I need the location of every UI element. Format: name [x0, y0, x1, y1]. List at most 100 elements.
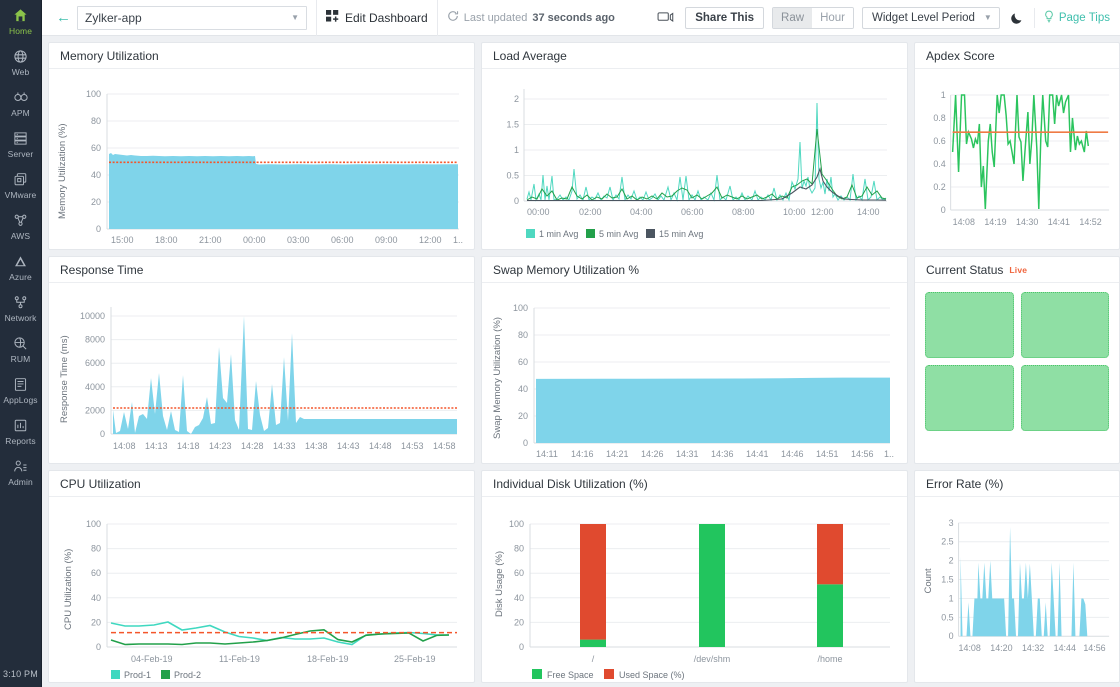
bar-home[interactable] — [817, 524, 843, 647]
svg-text:0: 0 — [519, 642, 524, 652]
widget-body[interactable]: Disk Usage (%) 100 80 60 40 20 0 //dev/s… — [482, 497, 907, 683]
svg-text:14:33: 14:33 — [273, 441, 296, 451]
share-this-button[interactable]: Share This — [685, 7, 764, 29]
svg-text:80: 80 — [518, 330, 528, 340]
page-tips-button[interactable]: Page Tips — [1043, 10, 1110, 26]
svg-text:100: 100 — [86, 89, 101, 99]
status-cell[interactable] — [925, 292, 1014, 358]
segment-raw[interactable]: Raw — [773, 8, 812, 28]
sidebar-item-admin[interactable]: Admin — [0, 451, 42, 492]
legend: Free Space Used Space (%) — [532, 669, 685, 680]
reports-icon — [13, 417, 28, 434]
add-widget-icon — [326, 10, 339, 26]
svg-text:14:48: 14:48 — [369, 441, 392, 451]
apm-icon — [13, 89, 29, 106]
widget-body[interactable]: Swap Memory Utilization (%) 100 80 60 40… — [482, 283, 907, 463]
svg-text:14:18: 14:18 — [177, 441, 200, 451]
svg-text:25-Feb-19: 25-Feb-19 — [394, 654, 436, 664]
admin-icon — [13, 458, 28, 475]
svg-text:14:20: 14:20 — [990, 643, 1012, 653]
sidebar-item-rum[interactable]: RUM — [0, 328, 42, 369]
chevron-down-icon: ▼ — [291, 13, 299, 22]
sidebar-item-vmware[interactable]: VMware — [0, 164, 42, 205]
network-icon — [13, 294, 28, 311]
sidebar-item-home[interactable]: Home — [0, 0, 42, 41]
applogs-icon — [13, 376, 28, 393]
svg-text:0.5: 0.5 — [506, 171, 519, 181]
widget-body[interactable]: Memory Utilization (%) 100 80 60 40 20 0… — [49, 69, 474, 249]
svg-text:09:00: 09:00 — [375, 235, 398, 245]
svg-text:14:13: 14:13 — [145, 441, 168, 451]
refresh-icon[interactable] — [447, 10, 459, 25]
raw-hour-toggle[interactable]: Raw Hour — [772, 7, 854, 29]
svg-text:06:00: 06:00 — [681, 207, 704, 217]
swap-memory-chart: Swap Memory Utilization (%) 100 80 60 40… — [482, 283, 907, 463]
svg-text:40: 40 — [91, 593, 101, 603]
share-screen-icon[interactable] — [657, 11, 674, 24]
svg-text:4000: 4000 — [85, 382, 105, 392]
edit-dashboard-label: Edit Dashboard — [345, 11, 428, 25]
bar-devshm[interactable] — [699, 524, 725, 647]
svg-text:14:30: 14:30 — [1016, 217, 1038, 227]
app-select-dropdown[interactable]: Zylker-app ▼ — [77, 6, 307, 30]
globe-icon — [13, 48, 28, 65]
svg-text:04-Feb-19: 04-Feb-19 — [131, 654, 173, 664]
widget-memory-utilization: Memory Utilization Memory Utilization (%… — [48, 42, 475, 250]
bar-root[interactable] — [580, 524, 606, 647]
svg-text:6000: 6000 — [85, 358, 105, 368]
sidebar-item-reports[interactable]: Reports — [0, 410, 42, 451]
sidebar-item-web[interactable]: Web — [0, 41, 42, 82]
widget-response-time: Response Time Response Time (ms) 10000 8… — [48, 256, 475, 464]
legend: 1 min Avg 5 min Avg 15 min Avg — [526, 229, 703, 239]
sidebar-item-azure[interactable]: Azure — [0, 246, 42, 287]
svg-text:CPU Utilization (%): CPU Utilization (%) — [63, 549, 74, 630]
widget-body[interactable]: 1 0.8 0.6 0.4 0.2 0 14:0814:1914:3014:41… — [915, 69, 1119, 249]
widget-title: Response Time — [60, 263, 143, 277]
gridlines — [107, 524, 457, 622]
widget-header: Error Rate (%) — [915, 471, 1119, 497]
svg-text:Prod-2: Prod-2 — [174, 670, 201, 680]
svg-text:2.5: 2.5 — [941, 537, 953, 547]
sidebar-item-aws[interactable]: AWS — [0, 205, 42, 246]
svg-text:Used Space (%): Used Space (%) — [619, 670, 685, 680]
svg-text:14:36: 14:36 — [711, 449, 734, 459]
widget-body[interactable]: Response Time (ms) 10000 8000 6000 4000 … — [49, 283, 474, 463]
svg-text:14:00: 14:00 — [857, 207, 880, 217]
edit-dashboard-button[interactable]: Edit Dashboard — [326, 10, 428, 26]
sidebar-item-apm[interactable]: APM — [0, 82, 42, 123]
top-toolbar: ← Zylker-app ▼ Edit Dashboard Last updat… — [42, 0, 1120, 36]
sidebar-item-applogs[interactable]: AppLogs — [0, 369, 42, 410]
sidebar-item-label: Web — [12, 67, 30, 77]
status-cell[interactable] — [925, 365, 1014, 431]
svg-text:04:00: 04:00 — [630, 207, 653, 217]
app-select-value: Zylker-app — [85, 11, 142, 25]
sidebar-item-network[interactable]: Network — [0, 287, 42, 328]
widget-level-period-dropdown[interactable]: Widget Level Period ▼ — [862, 7, 1000, 29]
svg-text:14:52: 14:52 — [1079, 217, 1101, 227]
segment-hour[interactable]: Hour — [812, 8, 853, 28]
svg-text:1..: 1.. — [453, 235, 463, 245]
sidebar-item-server[interactable]: Server — [0, 123, 42, 164]
widget-body[interactable]: CPU Utilization (%) 100 80 60 40 20 0 04… — [49, 497, 474, 683]
svg-text:60: 60 — [514, 568, 524, 578]
svg-text:18-Feb-19: 18-Feb-19 — [307, 654, 349, 664]
memory-utilization-chart: Memory Utilization (%) 100 80 60 40 20 0… — [49, 69, 474, 249]
response-time-chart: Response Time (ms) 10000 8000 6000 4000 … — [49, 283, 474, 463]
memory-area-series — [109, 153, 458, 229]
widget-title: Load Average — [493, 49, 567, 63]
back-arrow-icon[interactable]: ← — [50, 10, 77, 25]
svg-text:40: 40 — [514, 593, 524, 603]
status-cell[interactable] — [1021, 292, 1110, 358]
widget-body[interactable]: Count 3 2.5 2 1.5 1 0.5 0 14:0814:2014:3… — [915, 497, 1119, 682]
moon-icon[interactable] — [1010, 11, 1024, 25]
widget-header: Individual Disk Utilization (%) — [482, 471, 907, 497]
status-cell[interactable] — [1021, 365, 1110, 431]
svg-text:14:31: 14:31 — [676, 449, 699, 459]
widget-title: Swap Memory Utilization % — [493, 263, 639, 277]
azure-icon — [13, 253, 28, 270]
svg-text:3: 3 — [949, 518, 954, 528]
widget-body[interactable]: 2 1.5 1 0.5 0 00:0002:0004:0006:0008:001… — [482, 69, 907, 249]
widget-title: Current Status — [926, 263, 1003, 277]
widget-error-rate: Error Rate (%) Count 3 2.5 2 1.5 1 0.5 0… — [914, 470, 1120, 683]
svg-text:10:00: 10:00 — [783, 207, 806, 217]
